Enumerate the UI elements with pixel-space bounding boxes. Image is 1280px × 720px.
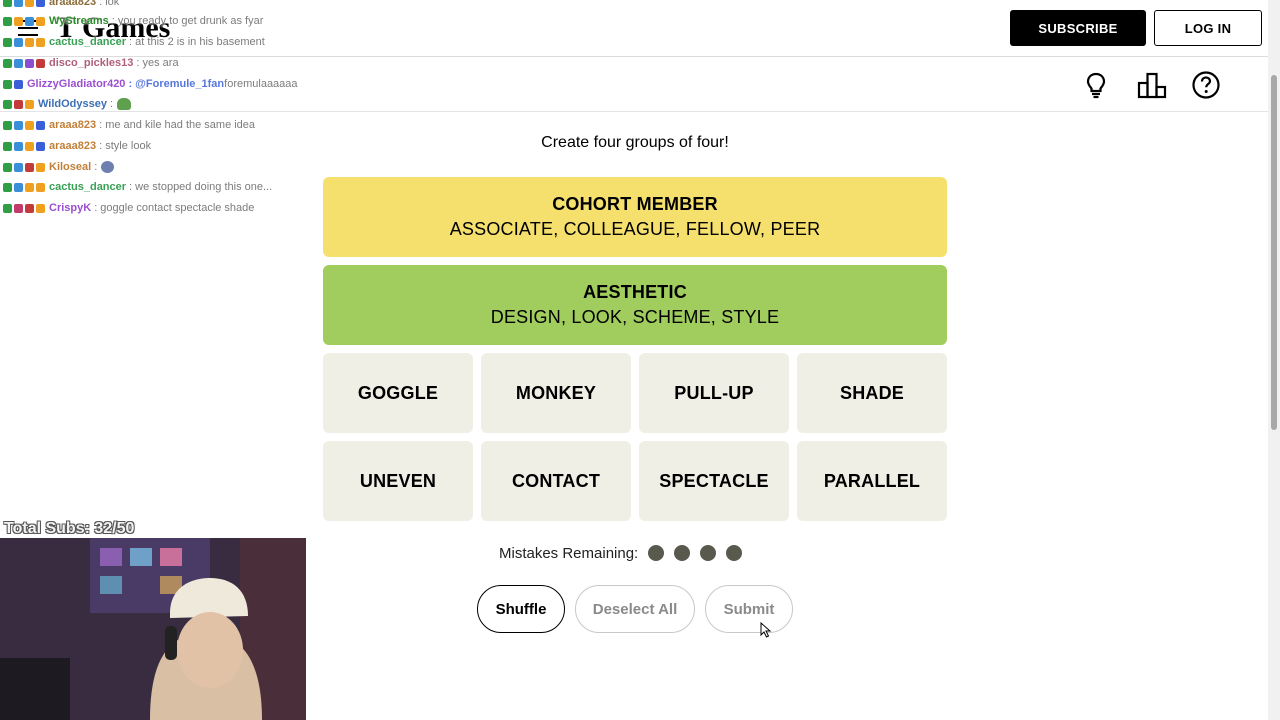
chat-username: disco_pickles13 [49,57,134,69]
group-title: AESTHETIC [583,282,687,302]
chat-username: araaa823 [49,140,97,152]
chat-mention: : @Foremule_1fan [128,78,225,90]
mistake-dot [726,545,743,561]
group-title: COHORT MEMBER [552,194,718,214]
solved-group-yellow: COHORT MEMBER ASSOCIATE, COLLEAGUE, FELL… [323,177,947,257]
help-icon[interactable] [1191,70,1221,100]
chat-text: : [94,161,98,173]
emote-icon [117,98,132,110]
chat-username: GlizzyGladiator420 [27,78,126,90]
chat-username: Kiloseal [49,161,92,173]
chat-text: foremulaaaaaa [224,78,298,90]
group-members: ASSOCIATE, COLLEAGUE, FELLOW, PEER [449,219,821,239]
chat-text: : goggle contact spectacle shade [94,202,255,214]
chat-message: WildOdyssey: [3,96,132,112]
chat-username: cactus_dancer [49,36,127,48]
word-tile[interactable]: PARALLEL [797,441,947,521]
chat-text: : you ready to get drunk as fyar [111,15,264,27]
chat-username: WyStreams [49,15,109,27]
chat-message: GlizzyGladiator420: @Foremule_1fan forem… [3,76,298,92]
chat-text: : me and kile had the same idea [99,119,256,131]
chat-message: araaa823: style look [3,138,151,154]
stream-chat-overlay: araaa823: lok WyStreams: you ready to ge… [0,0,310,220]
solved-group-green: AESTHETIC DESIGN, LOOK, SCHEME, STYLE [323,265,947,345]
webcam-image [0,538,306,720]
page: T Games SUBSCRIBE LOG IN araaa823: lok W… [0,0,1280,720]
chat-message: disco_pickles13: yes ara [3,55,179,71]
chat-username: cactus_dancer [49,181,127,193]
word-tile[interactable]: CONTACT [481,441,631,521]
chat-message: CrispyK: goggle contact spectacle shade [3,200,254,216]
mistakes-remaining: Mistakes Remaining: [499,544,743,562]
chat-username: araaa823 [49,0,97,8]
mistake-dot [700,545,717,561]
scrollbar-thumb[interactable] [1271,75,1277,430]
login-button[interactable]: LOG IN [1154,10,1262,46]
shuffle-button[interactable]: Shuffle [477,585,565,633]
word-tile[interactable]: SPECTACLE [639,441,789,521]
submit-button[interactable]: Submit [705,585,793,633]
group-members: DESIGN, LOOK, SCHEME, STYLE [490,307,780,327]
chat-username: araaa823 [49,119,97,131]
mouse-cursor-icon [760,622,772,638]
chat-text: : style look [99,140,152,152]
webcam-feed [0,538,306,720]
leaderboard-icon[interactable] [1137,70,1167,100]
subs-counter: Total Subs: 32/50 [4,520,135,537]
chat-message: araaa823: me and kile had the same idea [3,117,255,133]
word-tile[interactable]: MONKEY [481,353,631,433]
chat-text: : lok [99,0,120,8]
chat-text: : yes ara [136,57,179,69]
mistake-dot [674,545,691,561]
game-instructions: Create four groups of four! [541,134,729,151]
word-tile[interactable]: GOGGLE [323,353,473,433]
mistake-dots [648,545,743,561]
emote-icon [101,161,115,173]
chat-username: CrispyK [49,202,92,214]
chat-message: cactus_dancer: at this 2 is in his basem… [3,34,265,50]
page-scrollbar[interactable] [1268,0,1280,720]
chat-message: WyStreams: you ready to get drunk as fya… [3,13,263,29]
word-tile[interactable]: UNEVEN [323,441,473,521]
chat-username: WildOdyssey [38,98,107,110]
chat-message: Kiloseal: [3,159,115,175]
word-tile[interactable]: PULL-UP [639,353,789,433]
subscribe-button[interactable]: SUBSCRIBE [1010,10,1146,46]
chat-text: : we stopped doing this one... [129,181,273,193]
chat-text: : [109,98,114,110]
word-tile[interactable]: SHADE [797,353,947,433]
mistake-dot [648,545,665,561]
mistakes-label: Mistakes Remaining: [499,544,639,562]
deselect-all-button[interactable]: Deselect All [575,585,695,633]
hint-lightbulb-icon[interactable] [1081,70,1111,100]
chat-message: araaa823: lok [3,0,119,10]
chat-text: : at this 2 is in his basement [129,36,265,48]
chat-message: cactus_dancer: we stopped doing this one… [3,179,272,195]
